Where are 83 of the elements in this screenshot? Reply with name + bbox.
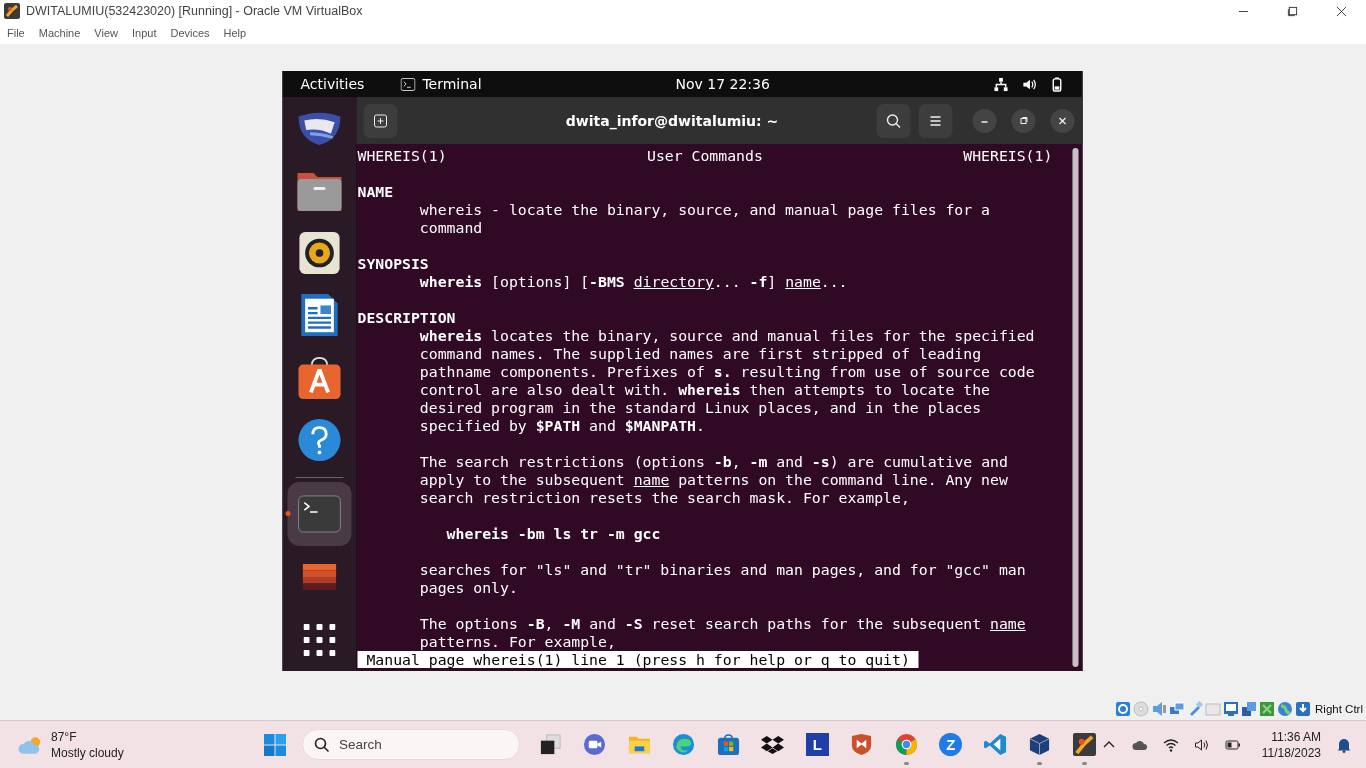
plus-icon xyxy=(372,112,389,129)
terminal-icon[interactable] xyxy=(287,482,352,547)
search-field[interactable]: Search xyxy=(302,729,520,760)
section-heading: DESCRIPTION xyxy=(357,309,456,326)
shield-icon[interactable] xyxy=(850,733,874,756)
maximize-button[interactable] xyxy=(1011,108,1036,133)
close-button[interactable] xyxy=(1050,108,1075,133)
restore-icon xyxy=(1018,115,1029,126)
code-editor-icon[interactable] xyxy=(983,733,1007,756)
man-line: command names. The supplied names are first stripped of leading xyxy=(419,345,982,362)
menu-item[interactable]: Machine xyxy=(38,27,81,39)
man-line: desired program in the standard Linux places, and in the places xyxy=(419,399,982,416)
temperature[interactable]: 87°F xyxy=(51,728,124,745)
clock-time[interactable]: 11:36 AM xyxy=(1271,728,1321,745)
minimize-button[interactable] xyxy=(972,108,997,133)
menu-button[interactable] xyxy=(918,103,953,138)
man-line: whereis locates the binary, source and manual files for the specified xyxy=(419,327,1035,344)
search-icon xyxy=(885,112,902,129)
menu-item[interactable]: Input xyxy=(131,27,157,39)
volume-icon[interactable] xyxy=(1193,736,1210,753)
network-adapter-icon[interactable] xyxy=(1169,701,1186,717)
section-heading: SYNOPSIS xyxy=(357,255,429,272)
terminal-title: dwita_infor@dwitalumiu: ~ xyxy=(564,112,780,129)
cube-icon[interactable] xyxy=(1028,733,1052,756)
clock-date[interactable]: 11/18/2023 xyxy=(1261,744,1321,761)
disk-icon[interactable] xyxy=(1115,701,1132,717)
terminal-icon xyxy=(400,77,416,91)
scrollbar[interactable] xyxy=(1072,148,1079,667)
bell-icon[interactable] xyxy=(1336,736,1352,753)
man-line: whereis -bm ls tr -m gcc xyxy=(446,525,661,542)
close-icon[interactable] xyxy=(1336,5,1347,17)
globe-icon[interactable] xyxy=(1277,701,1294,717)
windows-stack-icon[interactable] xyxy=(538,733,562,756)
maximize-icon[interactable] xyxy=(1287,5,1298,17)
search-icon xyxy=(314,737,330,753)
man-line: whereis [options] [-BMS directory... -f] name... xyxy=(419,273,848,290)
man-line: search restriction resets the search mask. For example, xyxy=(419,489,910,506)
window-title: DWITALUMIU(532423020) [Running] - Oracle VM VirtualBox xyxy=(26,4,364,18)
menu-item[interactable]: View xyxy=(94,27,118,39)
close-icon xyxy=(1057,115,1068,126)
network-icon[interactable] xyxy=(993,76,1009,92)
man-line: pages only. xyxy=(419,579,518,596)
app-grid-icon[interactable] xyxy=(303,623,336,656)
host-key-label: Right Ctrl xyxy=(1315,703,1363,715)
menu-item[interactable]: Devices xyxy=(170,27,210,39)
clock[interactable]: Nov 17 22:36 xyxy=(675,76,770,92)
app-logo-icon xyxy=(4,3,20,19)
box-icon[interactable] xyxy=(761,733,785,756)
windows-icon[interactable] xyxy=(1241,701,1258,717)
man-line: command xyxy=(419,219,483,236)
wifi-icon[interactable] xyxy=(1162,736,1179,753)
stripes-icon[interactable] xyxy=(302,564,337,591)
browser-icon[interactable] xyxy=(894,733,918,756)
new-tab-button[interactable] xyxy=(363,103,398,138)
weather-description[interactable]: Mostly cloudy xyxy=(51,744,124,761)
man-header-title: User Commands xyxy=(647,147,763,165)
app-icon[interactable]: Z xyxy=(939,733,963,756)
shopping-bag-icon[interactable] xyxy=(295,355,344,400)
start-icon[interactable] xyxy=(263,732,287,757)
man-line: specified by $PATH and $MANPATH. xyxy=(419,417,705,434)
man-line: searches for "ls" and "tr" binaries and man pages, and for "gcc" man xyxy=(419,561,1026,578)
man-line: patterns. For example, xyxy=(419,633,616,650)
man-line: whereis - locate the binary, source, and manual page files for a xyxy=(419,201,990,218)
display-icon[interactable] xyxy=(1223,701,1240,717)
menu-item[interactable]: Help xyxy=(223,27,247,39)
man-line: The search restrictions (options -b, -m and -s) are cumulative and xyxy=(419,453,1008,470)
app-menu[interactable]: Terminal xyxy=(422,76,482,92)
man-line: apply to the subsequent name patterns on the command line. Any new xyxy=(419,471,1008,488)
menu-item[interactable]: File xyxy=(7,27,25,39)
section-heading: NAME xyxy=(357,183,394,200)
man-header-left: WHEREIS(1) xyxy=(357,147,447,165)
man-line: pathname components. Prefixes of s. resulting from use of source code xyxy=(419,363,1035,380)
download-icon[interactable] xyxy=(1295,701,1312,717)
app-window-icon[interactable] xyxy=(1072,733,1096,756)
man-header-right: WHEREIS(1) xyxy=(963,147,1053,165)
man-line: The options -B, -M and -S reset search paths for the subsequent name xyxy=(419,615,1026,632)
man-line: control are also dealt with. whereis then attempts to locate the xyxy=(419,381,990,398)
activities-button[interactable]: Activities xyxy=(300,76,365,92)
wave-icon[interactable] xyxy=(672,733,696,756)
video-camera-icon[interactable] xyxy=(583,733,607,756)
app-icon[interactable]: L xyxy=(805,733,829,756)
search-button[interactable] xyxy=(876,103,911,138)
chip-icon[interactable] xyxy=(1259,701,1276,717)
